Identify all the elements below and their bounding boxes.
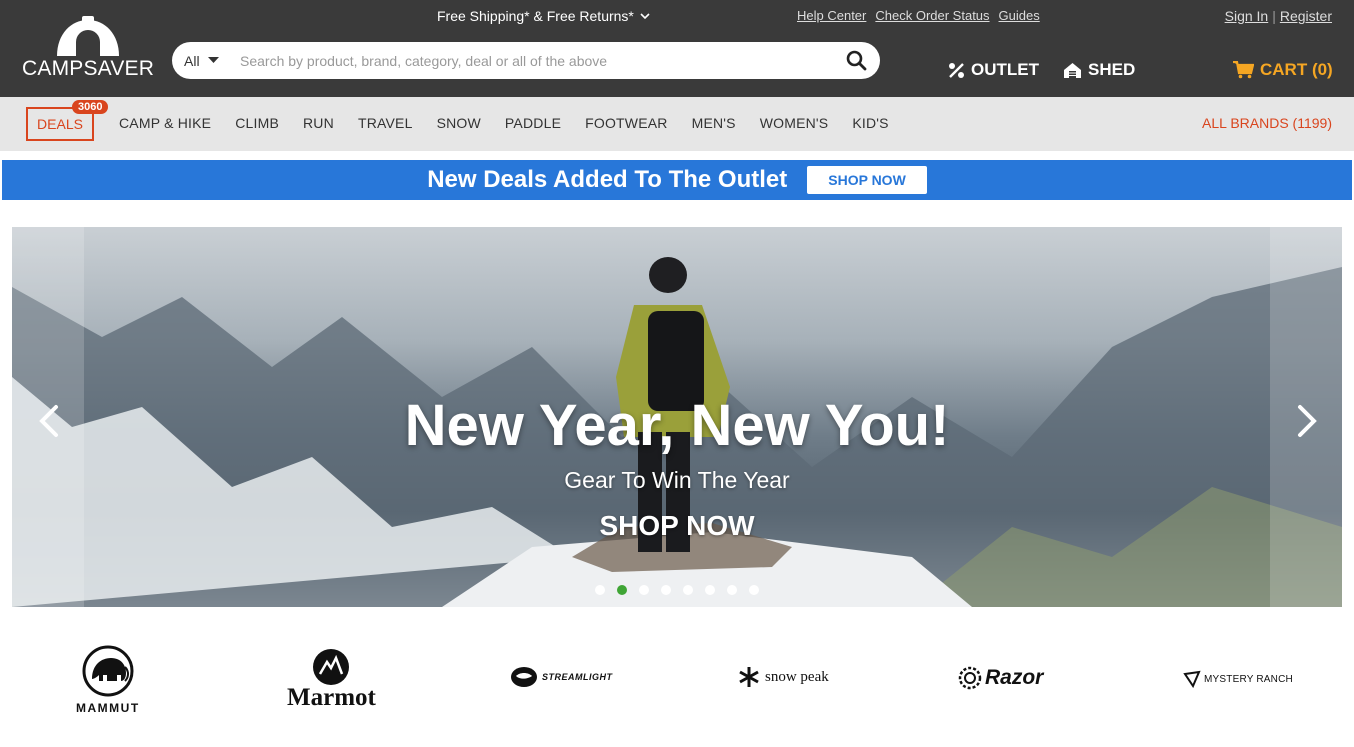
- shipping-text: Free Shipping* & Free Returns*: [437, 8, 634, 24]
- hero-subtitle: Gear To Win The Year: [564, 467, 790, 493]
- shed-link[interactable]: SHED: [1063, 60, 1135, 80]
- carousel-dot[interactable]: [749, 585, 759, 595]
- chevron-down-icon: [640, 12, 650, 19]
- nav-footwear[interactable]: FOOTWEAR: [585, 115, 667, 131]
- mystery-ranch-logo-icon: [1183, 670, 1201, 688]
- brand-marmot-label: Marmot: [287, 684, 376, 711]
- logo-wordmark: CAMPSAVER: [22, 57, 155, 80]
- nav-womens[interactable]: WOMEN'S: [760, 115, 829, 131]
- promo-text: New Deals Added To The Outlet: [427, 166, 788, 193]
- search-input[interactable]: [230, 52, 832, 69]
- percent-tag-icon: [949, 62, 964, 78]
- shipping-dropdown[interactable]: Free Shipping* & Free Returns*: [437, 8, 650, 24]
- brand-mysteryranch[interactable]: MYSTERY RANCH: [1183, 670, 1293, 688]
- help-center-link[interactable]: Help Center: [797, 8, 866, 23]
- cart-icon: [1233, 61, 1254, 79]
- nav-paddle[interactable]: PADDLE: [505, 115, 561, 131]
- nav-camp-hike[interactable]: CAMP & HIKE: [119, 115, 211, 131]
- nav-kids[interactable]: KID'S: [852, 115, 888, 131]
- shed-icon: [1064, 62, 1081, 78]
- carousel-dots: [595, 585, 759, 595]
- caret-down-icon: [207, 57, 219, 63]
- brand-snowpeak[interactable]: snow peak: [738, 666, 829, 688]
- nav-run[interactable]: RUN: [303, 115, 334, 131]
- campsaver-logo[interactable]: CAMPSAVER: [22, 16, 160, 82]
- carousel-dot[interactable]: [617, 585, 627, 595]
- brand-razor[interactable]: Razor: [958, 666, 1043, 690]
- streamlight-logo-icon: [511, 667, 537, 687]
- search-icon: [846, 50, 866, 71]
- brand-snowpeak-label: snow peak: [765, 668, 829, 685]
- search-button[interactable]: [832, 42, 880, 79]
- category-list: CAMP & HIKE CLIMB RUN TRAVEL SNOW PADDLE…: [119, 115, 913, 131]
- carousel-dot[interactable]: [595, 585, 605, 595]
- top-links: Help Center Check Order Status Guides: [797, 8, 1040, 23]
- hero-carousel: New Year, New You! Gear To Win The Year …: [12, 227, 1342, 607]
- check-order-status-link[interactable]: Check Order Status: [875, 8, 989, 23]
- carousel-dot[interactable]: [639, 585, 649, 595]
- site-header: CAMPSAVER Free Shipping* & Free Returns*…: [0, 0, 1354, 97]
- search-category-value: All: [184, 52, 200, 69]
- search-category-select[interactable]: All: [172, 53, 230, 69]
- category-nav: DEALS 3060 CAMP & HIKE CLIMB RUN TRAVEL …: [0, 97, 1354, 151]
- shed-label: SHED: [1088, 60, 1136, 79]
- register-link[interactable]: Register: [1280, 8, 1332, 24]
- brand-streamlight-label: STREAMLIGHT: [542, 672, 613, 682]
- guides-link[interactable]: Guides: [999, 8, 1040, 23]
- hero-shop-now-button[interactable]: SHOP NOW: [12, 510, 1342, 542]
- brand-mammut-label: MAMMUT: [76, 701, 140, 715]
- carousel-dot[interactable]: [661, 585, 671, 595]
- outlet-link[interactable]: OUTLET: [948, 60, 1039, 80]
- razor-logo-icon: [958, 666, 982, 690]
- brand-mammut[interactable]: MAMMUT: [76, 645, 140, 715]
- carousel-dot[interactable]: [705, 585, 715, 595]
- brand-marmot[interactable]: Marmot: [287, 648, 376, 712]
- nav-snow[interactable]: SNOW: [437, 115, 481, 131]
- account-separator: |: [1272, 8, 1276, 24]
- nav-mens[interactable]: MEN'S: [692, 115, 736, 131]
- brand-logos: MAMMUT Marmot STREAMLIGHT snow peak Razo…: [0, 640, 1354, 720]
- marmot-logo-icon: [313, 649, 350, 685]
- snowflake-icon: [739, 667, 759, 687]
- outlet-label: OUTLET: [971, 60, 1039, 79]
- sign-in-link[interactable]: Sign In: [1225, 8, 1269, 24]
- account-links: Sign In | Register: [1225, 8, 1332, 24]
- all-brands-link[interactable]: ALL BRANDS (1199): [1202, 115, 1332, 131]
- promo-shop-now-button[interactable]: SHOP NOW: [807, 166, 927, 194]
- brand-razor-label: Razor: [985, 666, 1044, 689]
- deals-count-badge: 3060: [72, 100, 109, 114]
- nav-travel[interactable]: TRAVEL: [358, 115, 413, 131]
- mammut-logo-icon: [82, 645, 134, 697]
- search-bar: All: [172, 42, 880, 79]
- nav-climb[interactable]: CLIMB: [235, 115, 279, 131]
- hero-headline: New Year, New You!: [404, 393, 950, 458]
- brand-streamlight[interactable]: STREAMLIGHT: [510, 666, 613, 688]
- promo-banner: New Deals Added To The Outlet SHOP NOW: [2, 160, 1352, 200]
- cart-label: CART (0): [1260, 60, 1333, 79]
- cart-link[interactable]: CART (0): [1233, 60, 1333, 80]
- brand-mysteryranch-label: MYSTERY RANCH: [1204, 673, 1293, 685]
- carousel-dot[interactable]: [683, 585, 693, 595]
- campsaver-logo-icon: [57, 16, 119, 56]
- carousel-dot[interactable]: [727, 585, 737, 595]
